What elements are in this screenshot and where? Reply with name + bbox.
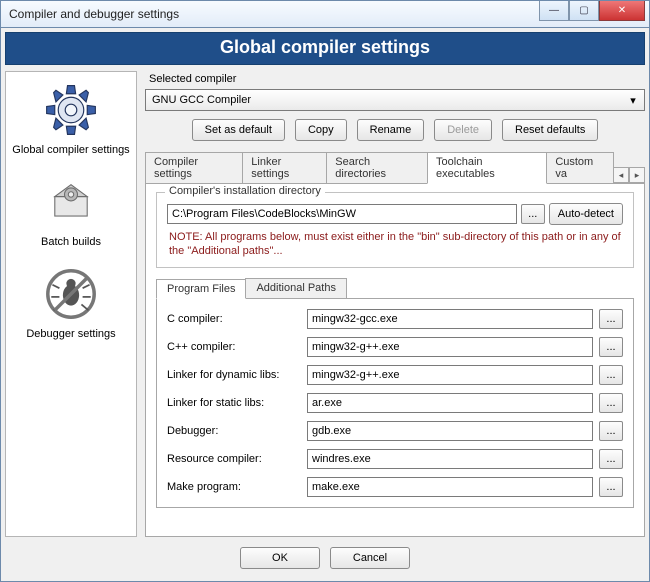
install-dir-note: NOTE: All programs below, must exist eit… [169, 231, 621, 259]
row-linker-static: Linker for static libs: ar.exe ... [167, 393, 623, 413]
auto-detect-button[interactable]: Auto-detect [549, 203, 623, 225]
sidebar-item-label: Debugger settings [26, 328, 115, 340]
delete-button: Delete [434, 119, 492, 141]
linker-dynamic-input[interactable]: mingw32-g++.exe [307, 365, 593, 385]
program-tabs: Program Files Additional Paths [156, 278, 634, 299]
sidebar-item-label: Batch builds [41, 236, 101, 248]
tab-linker-settings[interactable]: Linker settings [242, 152, 327, 183]
c-compiler-browse-button[interactable]: ... [599, 309, 623, 329]
row-resource: Resource compiler: windres.exe ... [167, 449, 623, 469]
sidebar-item-batch-builds[interactable]: Batch builds [8, 170, 134, 248]
sidebar-item-debugger[interactable]: Debugger settings [8, 262, 134, 340]
banner-title: Global compiler settings [5, 32, 645, 65]
tab-scroll-right[interactable]: ▸ [629, 167, 645, 183]
row-linker-dynamic: Linker for dynamic libs: mingw32-g++.exe… [167, 365, 623, 385]
program-files-body: C compiler: mingw32-gcc.exe ... C++ comp… [156, 299, 634, 508]
install-dir-legend: Compiler's installation directory [165, 185, 325, 197]
row-cpp-compiler: C++ compiler: mingw32-g++.exe ... [167, 337, 623, 357]
gear-icon [39, 78, 103, 142]
window-controls: — ▢ ✕ [539, 1, 645, 21]
debugger-label: Debugger: [167, 425, 301, 437]
linker-dynamic-label: Linker for dynamic libs: [167, 369, 301, 381]
set-default-button[interactable]: Set as default [192, 119, 285, 141]
cancel-button[interactable]: Cancel [330, 547, 410, 569]
debugger-no-bug-icon [39, 262, 103, 326]
tab-compiler-settings[interactable]: Compiler settings [145, 152, 243, 183]
main-panel: Selected compiler GNU GCC Compiler ▾ Set… [145, 71, 645, 537]
row-c-compiler: C compiler: mingw32-gcc.exe ... [167, 309, 623, 329]
maximize-button[interactable]: ▢ [569, 1, 599, 21]
sidebar-item-global-compiler[interactable]: Global compiler settings [8, 78, 134, 156]
rename-button[interactable]: Rename [357, 119, 425, 141]
main-tabs: Compiler settings Linker settings Search… [145, 151, 645, 184]
cpp-compiler-label: C++ compiler: [167, 341, 301, 353]
row-debugger: Debugger: gdb.exe ... [167, 421, 623, 441]
make-program-browse-button[interactable]: ... [599, 477, 623, 497]
linker-static-browse-button[interactable]: ... [599, 393, 623, 413]
minimize-button[interactable]: — [539, 1, 569, 21]
cpp-compiler-browse-button[interactable]: ... [599, 337, 623, 357]
tab-scroll: ◂ ▸ [613, 167, 645, 183]
toolchain-tab-body: Compiler's installation directory C:\Pro… [145, 184, 645, 537]
tab-scroll-left[interactable]: ◂ [613, 167, 629, 183]
debugger-browse-button[interactable]: ... [599, 421, 623, 441]
dialog-footer: OK Cancel [5, 547, 645, 569]
linker-static-label: Linker for static libs: [167, 397, 301, 409]
reset-defaults-button[interactable]: Reset defaults [502, 119, 598, 141]
resource-compiler-browse-button[interactable]: ... [599, 449, 623, 469]
install-dir-group: Compiler's installation directory C:\Pro… [156, 192, 634, 268]
cpp-compiler-input[interactable]: mingw32-g++.exe [307, 337, 593, 357]
chevron-down-icon: ▾ [626, 93, 640, 107]
resource-compiler-label: Resource compiler: [167, 453, 301, 465]
tab-toolchain-executables[interactable]: Toolchain executables [427, 152, 547, 184]
compiler-action-row: Set as default Copy Rename Delete Reset … [145, 119, 645, 141]
sidebar: Global compiler settings Batch builds De… [5, 71, 137, 537]
tab-search-directories[interactable]: Search directories [326, 152, 428, 183]
c-compiler-input[interactable]: mingw32-gcc.exe [307, 309, 593, 329]
row-make: Make program: make.exe ... [167, 477, 623, 497]
linker-static-input[interactable]: ar.exe [307, 393, 593, 413]
make-program-label: Make program: [167, 481, 301, 493]
tab-custom-vars[interactable]: Custom va [546, 152, 614, 183]
close-button[interactable]: ✕ [599, 1, 645, 21]
install-dir-input[interactable]: C:\Program Files\CodeBlocks\MinGW [167, 204, 517, 224]
tab-program-files[interactable]: Program Files [156, 279, 246, 299]
compiler-dropdown-value: GNU GCC Compiler [152, 94, 251, 106]
sidebar-item-label: Global compiler settings [12, 144, 129, 156]
ok-button[interactable]: OK [240, 547, 320, 569]
make-program-input[interactable]: make.exe [307, 477, 593, 497]
compiler-dropdown[interactable]: GNU GCC Compiler ▾ [145, 89, 645, 111]
debugger-input[interactable]: gdb.exe [307, 421, 593, 441]
resource-compiler-input[interactable]: windres.exe [307, 449, 593, 469]
batch-builds-icon [39, 170, 103, 234]
titlebar: Compiler and debugger settings — ▢ ✕ [0, 0, 650, 28]
c-compiler-label: C compiler: [167, 313, 301, 325]
linker-dynamic-browse-button[interactable]: ... [599, 365, 623, 385]
window-title: Compiler and debugger settings [9, 7, 179, 21]
selected-compiler-label: Selected compiler [149, 73, 645, 85]
tab-additional-paths[interactable]: Additional Paths [245, 278, 347, 298]
copy-button[interactable]: Copy [295, 119, 347, 141]
install-dir-browse-button[interactable]: ... [521, 204, 545, 224]
